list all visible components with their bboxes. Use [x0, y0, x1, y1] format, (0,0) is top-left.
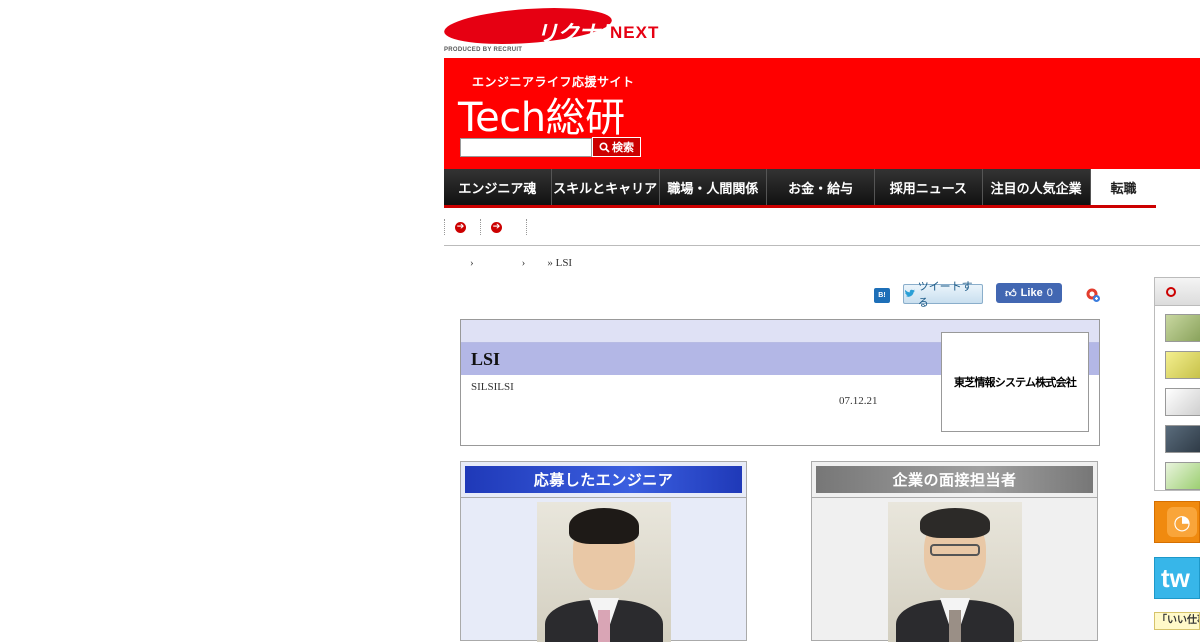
sidebar-thumbnail[interactable] — [1165, 314, 1200, 342]
glasses — [930, 544, 980, 556]
engineer-panel-heading: 応募したエンジニア — [465, 466, 742, 493]
breadcrumb: › › » LSI — [470, 257, 572, 269]
divider — [526, 219, 527, 235]
divider — [480, 219, 481, 235]
nav-item-skills-career[interactable]: スキルとキャリア — [551, 169, 660, 205]
produced-by: PRODUCED BY RECRUIT — [444, 47, 523, 53]
nav-item-popular-companies[interactable]: 注目の人気企業 — [982, 169, 1091, 205]
site-banner: エンジニアライフ応援サイト Tech総研 検索 — [444, 58, 1200, 169]
sidebar-thumbnail[interactable] — [1165, 388, 1200, 416]
divider — [461, 497, 746, 498]
twitter-logo-icon: tw — [1161, 563, 1190, 593]
facebook-like-button[interactable]: 👍︎ Like 0 — [996, 283, 1062, 303]
sidebar-feature-box — [1154, 277, 1200, 491]
arrow-circle-icon[interactable]: ➔ — [491, 221, 502, 233]
rss-icon: ◔ — [1167, 507, 1197, 537]
sidebar-banner-label[interactable]: 「いい仕事 — [1154, 612, 1200, 630]
logo-next: NEXT — [610, 23, 660, 42]
article-date: 07.12.21 — [839, 395, 878, 407]
divider — [444, 245, 1200, 246]
google-bookmark-icon[interactable] — [1085, 287, 1101, 303]
twitter-bird-icon — [904, 289, 916, 297]
nav-item-workplace[interactable]: 職場・人間関係 — [659, 169, 768, 205]
site-title[interactable]: Tech総研 — [458, 85, 625, 143]
breadcrumb-double-chevron-icon: » — [547, 257, 556, 269]
divider — [812, 497, 1097, 498]
like-count: 0 — [1046, 287, 1053, 299]
engineer-panel: 応募したエンジニア — [460, 461, 747, 642]
twitter-follow-button[interactable]: tw — [1154, 557, 1200, 599]
tweet-label: ツイートする — [917, 281, 973, 309]
article-subtitle: SILSILSI — [471, 381, 514, 393]
sub-links: ➔ ➔ — [444, 218, 537, 236]
nav-item-engineer-spirit[interactable]: エンジニア魂 — [444, 169, 552, 205]
logo-kana: リクナビ — [536, 21, 621, 46]
interviewer-panel-heading: 企業の面接担当者 — [816, 466, 1093, 493]
nav-underline — [444, 205, 1156, 208]
search-input[interactable] — [460, 138, 592, 157]
hatena-bookmark-button[interactable]: B! — [874, 288, 890, 303]
rss-button[interactable]: ◔ — [1154, 501, 1200, 543]
target-icon — [1166, 287, 1176, 297]
search-button-label: 検索 — [612, 142, 634, 154]
tweet-button[interactable]: ツイートする — [903, 281, 983, 309]
sidebar-thumbnail[interactable] — [1165, 351, 1200, 379]
interviewer-panel: 企業の面接担当者 — [811, 461, 1098, 642]
sidebar-thumbnail[interactable] — [1165, 462, 1200, 490]
nav-item-job-change[interactable]: 転職 — [1090, 169, 1200, 205]
thumbs-up-icon: 👍︎ — [1005, 287, 1017, 300]
company-logo[interactable]: 東芝情報システム株式会社 — [941, 332, 1089, 432]
search-icon — [599, 141, 610, 153]
engineer-photo — [537, 502, 671, 642]
sidebar-box-header — [1155, 278, 1200, 306]
sidebar-thumbnail[interactable] — [1165, 425, 1200, 453]
article-header: LSI SILSILSI 07.12.21 東芝情報システム株式会社 — [460, 319, 1100, 446]
nav-item-hiring-news[interactable]: 採用ニュース — [875, 169, 983, 205]
arrow-circle-icon[interactable]: ➔ — [455, 221, 466, 233]
like-label: Like — [1020, 287, 1043, 299]
search-button[interactable]: 検索 — [592, 137, 641, 157]
nav-item-salary[interactable]: お金・給与 — [767, 169, 875, 205]
main-nav: エンジニア魂 スキルとキャリア 職場・人間関係 お金・給与 採用ニュース 注目の… — [444, 169, 1200, 205]
site-logo[interactable]: リクナビ NEXT PRODUCED BY RECRUIT — [443, 3, 674, 56]
interviewer-photo — [888, 502, 1022, 642]
divider — [444, 219, 445, 235]
breadcrumb-current: LSI — [555, 257, 573, 269]
